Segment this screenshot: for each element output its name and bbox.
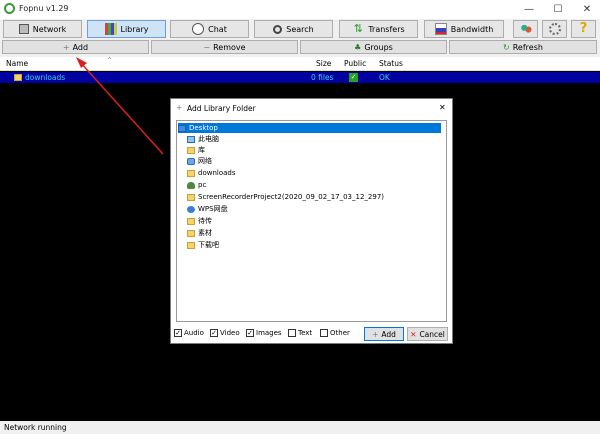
dialog-footer: ✓ Audio ✓ Video ✓ Images Text Other + Ad… bbox=[174, 327, 449, 341]
tree-node-pending[interactable]: 待传 bbox=[187, 216, 212, 226]
folder-icon bbox=[187, 229, 195, 237]
folder-icon bbox=[187, 193, 195, 201]
audio-checkbox[interactable]: ✓ Audio bbox=[174, 329, 204, 337]
status-text: Network running bbox=[4, 423, 67, 432]
tree-node-materials[interactable]: 素材 bbox=[187, 228, 212, 238]
audio-check-mark: ✓ bbox=[174, 329, 182, 337]
dialog-close-button[interactable]: ✕ bbox=[439, 103, 446, 112]
folder-icon bbox=[187, 241, 195, 249]
dialog-title: Add Library Folder bbox=[187, 104, 256, 113]
dialog-title-bar: + Add Library Folder ✕ bbox=[171, 99, 452, 117]
tree-node-this-pc[interactable]: 此电脑 bbox=[187, 134, 219, 144]
tree-node-screenrecorder[interactable]: ScreenRecorderProject2(2020_09_02_17_03_… bbox=[187, 192, 384, 202]
images-check-mark: ✓ bbox=[246, 329, 254, 337]
user-icon bbox=[187, 181, 195, 189]
dialog-cancel-button[interactable]: ✕ Cancel bbox=[407, 327, 448, 341]
status-bar: Network running bbox=[0, 421, 600, 434]
folder-tree[interactable]: Desktop 此电脑 库 网络 downloads pc ScreenReco… bbox=[176, 120, 447, 322]
dialog-add-button[interactable]: + Add bbox=[364, 327, 404, 341]
video-checkbox[interactable]: ✓ Video bbox=[210, 329, 240, 337]
library-folder-icon bbox=[187, 146, 195, 154]
dialog-plus-icon: + bbox=[176, 103, 183, 112]
desktop-folder-icon bbox=[178, 124, 186, 132]
cancel-x-icon: ✕ bbox=[410, 329, 417, 339]
dialog-add-plus-icon: + bbox=[372, 329, 379, 339]
tree-node-downloads[interactable]: downloads bbox=[187, 168, 236, 178]
text-checkbox[interactable]: Text bbox=[288, 329, 312, 337]
tree-node-pc[interactable]: pc bbox=[187, 180, 206, 190]
other-check-box bbox=[320, 329, 328, 337]
tree-node-wps-drive[interactable]: WPS网盘 bbox=[187, 204, 228, 214]
add-library-folder-dialog: + Add Library Folder ✕ Desktop 此电脑 库 网络 … bbox=[170, 98, 453, 344]
video-check-mark: ✓ bbox=[210, 329, 218, 337]
tree-node-xiazaiba[interactable]: 下载吧 bbox=[187, 240, 219, 250]
tree-node-network[interactable]: 网络 bbox=[187, 156, 212, 166]
tree-node-desktop[interactable]: Desktop bbox=[178, 123, 441, 133]
tree-node-libraries[interactable]: 库 bbox=[187, 145, 205, 155]
other-checkbox[interactable]: Other bbox=[320, 329, 350, 337]
cloud-drive-icon bbox=[187, 205, 195, 213]
computer-icon bbox=[187, 135, 195, 143]
text-check-box bbox=[288, 329, 296, 337]
network-folder-icon bbox=[187, 157, 195, 165]
images-checkbox[interactable]: ✓ Images bbox=[246, 329, 282, 337]
folder-icon bbox=[187, 217, 195, 225]
folder-icon bbox=[187, 169, 195, 177]
